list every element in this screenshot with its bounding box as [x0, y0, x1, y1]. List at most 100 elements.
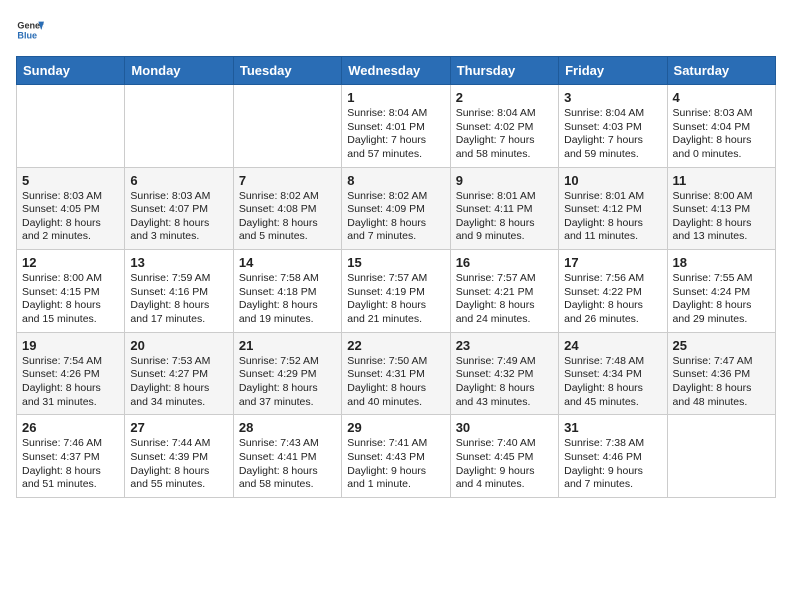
cell-content: Sunrise: 7:56 AM — [564, 272, 661, 286]
cell-content: Sunrise: 7:48 AM — [564, 355, 661, 369]
cell-content: Sunrise: 8:04 AM — [564, 107, 661, 121]
day-number: 29 — [347, 420, 444, 435]
day-number: 25 — [673, 338, 770, 353]
cell-content: Sunset: 4:13 PM — [673, 203, 770, 217]
day-number: 18 — [673, 255, 770, 270]
calendar-cell: 13Sunrise: 7:59 AMSunset: 4:16 PMDayligh… — [125, 250, 233, 333]
cell-content: Sunrise: 8:04 AM — [347, 107, 444, 121]
cell-content: Sunset: 4:08 PM — [239, 203, 336, 217]
calendar-cell: 26Sunrise: 7:46 AMSunset: 4:37 PMDayligh… — [17, 415, 125, 498]
day-number: 16 — [456, 255, 553, 270]
cell-content: Sunset: 4:16 PM — [130, 286, 227, 300]
day-number: 30 — [456, 420, 553, 435]
day-number: 19 — [22, 338, 119, 353]
page-header: General Blue — [16, 16, 776, 44]
cell-content: Sunset: 4:04 PM — [673, 121, 770, 135]
calendar-day-header: Saturday — [667, 57, 775, 85]
cell-content: Sunset: 4:02 PM — [456, 121, 553, 135]
cell-content: Daylight: 8 hours and 58 minutes. — [239, 465, 336, 492]
calendar-cell: 1 Sunrise: 8:04 AMSunset: 4:01 PMDaylight… — [342, 85, 450, 168]
cell-content: Sunset: 4:01 PM — [347, 121, 444, 135]
cell-content: Sunrise: 7:40 AM — [456, 437, 553, 451]
calendar-week-row: 12Sunrise: 8:00 AMSunset: 4:15 PMDayligh… — [17, 250, 776, 333]
calendar-cell: 30 Sunrise: 7:40 AMSunset: 4:45 PMDayligh… — [450, 415, 558, 498]
cell-content: Daylight: 8 hours and 24 minutes. — [456, 299, 553, 326]
cell-content: Sunrise: 8:00 AM — [22, 272, 119, 286]
calendar-cell: 10Sunrise: 8:01 AMSunset: 4:12 PMDayligh… — [559, 167, 667, 250]
cell-content: Sunset: 4:15 PM — [22, 286, 119, 300]
cell-content: Sunset: 4:39 PM — [130, 451, 227, 465]
calendar-cell: 31Sunrise: 7:38 AMSunset: 4:46 PMDayligh… — [559, 415, 667, 498]
calendar-cell: 18Sunrise: 7:55 AMSunset: 4:24 PMDayligh… — [667, 250, 775, 333]
day-number: 9 — [456, 173, 553, 188]
cell-content: Sunset: 4:32 PM — [456, 368, 553, 382]
cell-content: Sunset: 4:36 PM — [673, 368, 770, 382]
cell-content: Daylight: 8 hours and 19 minutes. — [239, 299, 336, 326]
day-number: 8 — [347, 173, 444, 188]
cell-content: Daylight: 8 hours and 15 minutes. — [22, 299, 119, 326]
cell-content: Sunrise: 7:50 AM — [347, 355, 444, 369]
cell-content: Sunset: 4:12 PM — [564, 203, 661, 217]
cell-content: Sunrise: 8:02 AM — [347, 190, 444, 204]
calendar-cell — [233, 85, 341, 168]
day-number: 23 — [456, 338, 553, 353]
calendar-day-header: Friday — [559, 57, 667, 85]
cell-content: Daylight: 8 hours and 17 minutes. — [130, 299, 227, 326]
cell-content: Sunset: 4:43 PM — [347, 451, 444, 465]
cell-content: Sunrise: 7:44 AM — [130, 437, 227, 451]
calendar-week-row: 26Sunrise: 7:46 AMSunset: 4:37 PMDayligh… — [17, 415, 776, 498]
cell-content: Sunset: 4:45 PM — [456, 451, 553, 465]
cell-content: Sunset: 4:31 PM — [347, 368, 444, 382]
cell-content: Sunrise: 7:46 AM — [22, 437, 119, 451]
calendar-cell: 22Sunrise: 7:50 AMSunset: 4:31 PMDayligh… — [342, 332, 450, 415]
cell-content: Daylight: 9 hours and 4 minutes. — [456, 465, 553, 492]
svg-text:Blue: Blue — [17, 30, 37, 40]
cell-content: Sunset: 4:34 PM — [564, 368, 661, 382]
cell-content: Sunrise: 7:57 AM — [347, 272, 444, 286]
calendar-cell: 11Sunrise: 8:00 AMSunset: 4:13 PMDayligh… — [667, 167, 775, 250]
calendar-cell: 3Sunrise: 8:04 AMSunset: 4:03 PMDaylight… — [559, 85, 667, 168]
cell-content: Sunset: 4:19 PM — [347, 286, 444, 300]
day-number: 1 — [347, 90, 444, 105]
calendar-cell: 8Sunrise: 8:02 AMSunset: 4:09 PMDaylight… — [342, 167, 450, 250]
day-number: 15 — [347, 255, 444, 270]
calendar-table: SundayMondayTuesdayWednesdayThursdayFrid… — [16, 56, 776, 498]
day-number: 5 — [22, 173, 119, 188]
cell-content: Sunset: 4:29 PM — [239, 368, 336, 382]
logo: General Blue — [16, 16, 44, 44]
day-number: 24 — [564, 338, 661, 353]
cell-content: Daylight: 7 hours and 59 minutes. — [564, 134, 661, 161]
cell-content: Daylight: 8 hours and 26 minutes. — [564, 299, 661, 326]
calendar-cell: 7 Sunrise: 8:02 AMSunset: 4:08 PMDaylight… — [233, 167, 341, 250]
calendar-cell: 19Sunrise: 7:54 AMSunset: 4:26 PMDayligh… — [17, 332, 125, 415]
day-number: 3 — [564, 90, 661, 105]
day-number: 7 — [239, 173, 336, 188]
calendar-cell: 28Sunrise: 7:43 AMSunset: 4:41 PMDayligh… — [233, 415, 341, 498]
calendar-cell: 20Sunrise: 7:53 AMSunset: 4:27 PMDayligh… — [125, 332, 233, 415]
cell-content: Sunrise: 7:54 AM — [22, 355, 119, 369]
calendar-cell — [667, 415, 775, 498]
cell-content: Daylight: 8 hours and 31 minutes. — [22, 382, 119, 409]
day-number: 21 — [239, 338, 336, 353]
cell-content: Daylight: 8 hours and 0 minutes. — [673, 134, 770, 161]
calendar-cell: 9Sunrise: 8:01 AMSunset: 4:11 PMDaylight… — [450, 167, 558, 250]
cell-content: Daylight: 8 hours and 5 minutes. — [239, 217, 336, 244]
cell-content: Sunrise: 8:02 AM — [239, 190, 336, 204]
cell-content: Sunset: 4:11 PM — [456, 203, 553, 217]
calendar-day-header: Monday — [125, 57, 233, 85]
cell-content: Daylight: 8 hours and 21 minutes. — [347, 299, 444, 326]
cell-content: Sunrise: 7:38 AM — [564, 437, 661, 451]
cell-content: Daylight: 8 hours and 3 minutes. — [130, 217, 227, 244]
cell-content: Daylight: 8 hours and 37 minutes. — [239, 382, 336, 409]
calendar-cell: 15 Sunrise: 7:57 AMSunset: 4:19 PMDayligh… — [342, 250, 450, 333]
calendar-cell: 17Sunrise: 7:56 AMSunset: 4:22 PMDayligh… — [559, 250, 667, 333]
day-number: 31 — [564, 420, 661, 435]
cell-content: Sunset: 4:27 PM — [130, 368, 227, 382]
cell-content: Daylight: 7 hours and 58 minutes. — [456, 134, 553, 161]
calendar-cell: 27Sunrise: 7:44 AMSunset: 4:39 PMDayligh… — [125, 415, 233, 498]
cell-content: Daylight: 7 hours and 57 minutes. — [347, 134, 444, 161]
calendar-cell: 6Sunrise: 8:03 AMSunset: 4:07 PMDaylight… — [125, 167, 233, 250]
cell-content: Daylight: 9 hours and 1 minute. — [347, 465, 444, 492]
cell-content: Daylight: 8 hours and 40 minutes. — [347, 382, 444, 409]
cell-content: Sunset: 4:09 PM — [347, 203, 444, 217]
